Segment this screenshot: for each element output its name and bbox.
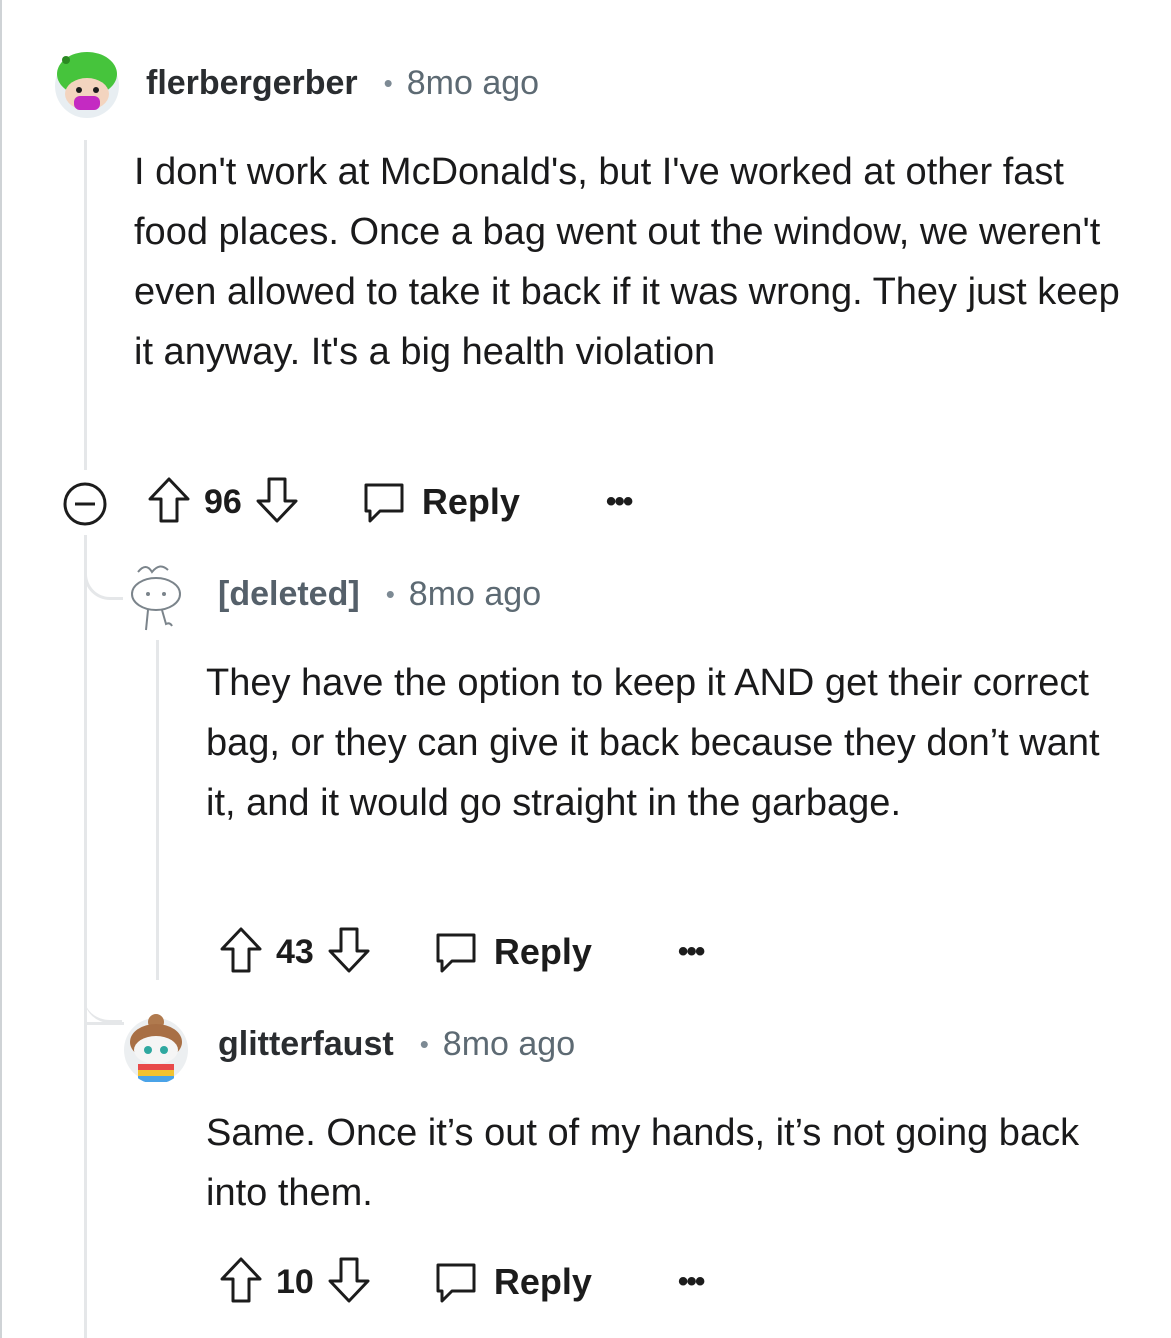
deleted-user-avatar-icon <box>131 565 181 631</box>
thread-line-nested[interactable] <box>156 640 159 980</box>
chat-bubble-icon <box>436 1263 476 1303</box>
downvote-icon[interactable] <box>254 475 300 530</box>
chat-bubble-icon <box>364 483 404 523</box>
thread-connector-3 <box>84 1000 124 1025</box>
downvote-icon[interactable] <box>326 925 372 980</box>
reply-button[interactable]: Reply <box>360 479 520 525</box>
meta-separator: • <box>385 579 395 609</box>
vote-score: 43 <box>276 932 314 971</box>
timestamp[interactable]: 8mo ago <box>443 1025 575 1064</box>
reply-label: Reply <box>493 931 592 972</box>
chat-bubble-icon <box>436 933 476 973</box>
user-avatar[interactable] <box>52 44 122 120</box>
comment-meta: flerbergerber • 8mo ago <box>146 64 539 103</box>
thread-connector-1 <box>84 535 123 600</box>
comment-meta: glitterfaust • 8mo ago <box>218 1025 575 1064</box>
vote-score: 96 <box>204 482 242 521</box>
window-edge <box>0 0 2 1338</box>
reply-button[interactable]: Reply <box>432 929 592 975</box>
upvote-icon[interactable] <box>218 1255 264 1310</box>
comment-body: Same. Once it’s out of my hands, it’s no… <box>206 1112 1080 1214</box>
meta-separator: • <box>383 68 393 98</box>
more-options-button[interactable]: ••• <box>606 485 633 519</box>
comment-meta: [deleted] • 8mo ago <box>218 575 541 614</box>
collapse-thread-button[interactable] <box>62 481 108 532</box>
username[interactable]: glitterfaust <box>218 1025 394 1064</box>
timestamp[interactable]: 8mo ago <box>409 575 541 614</box>
username: [deleted] <box>218 575 360 613</box>
timestamp[interactable]: 8mo ago <box>407 64 539 103</box>
snoo-avatar-rainbow-icon <box>124 1014 188 1082</box>
user-avatar[interactable] <box>122 560 186 634</box>
thread-line-main[interactable] <box>84 140 87 470</box>
snoo-avatar-green-hat-icon <box>55 52 119 118</box>
upvote-icon[interactable] <box>218 925 264 980</box>
upvote-icon[interactable] <box>146 475 192 530</box>
user-avatar[interactable] <box>122 1008 190 1084</box>
comment-actions: 10 Reply ••• <box>218 1252 705 1312</box>
comment-body: They have the option to keep it AND get … <box>206 662 1100 824</box>
comment-body: I don't work at McDonald's, but I've wor… <box>134 151 1120 373</box>
collapse-icon <box>63 482 107 526</box>
more-options-button[interactable]: ••• <box>678 935 705 969</box>
more-options-button[interactable]: ••• <box>678 1265 705 1299</box>
comment-actions: 43 Reply ••• <box>218 922 705 982</box>
downvote-icon[interactable] <box>326 1255 372 1310</box>
reply-button[interactable]: Reply <box>432 1259 592 1305</box>
vote-score: 10 <box>276 1262 314 1301</box>
reply-label: Reply <box>421 481 520 522</box>
username[interactable]: flerbergerber <box>146 64 358 103</box>
reply-label: Reply <box>493 1261 592 1302</box>
comment-actions: 96 Reply ••• <box>146 472 633 532</box>
meta-separator: • <box>419 1029 429 1059</box>
thread-line-main-lower[interactable] <box>84 535 87 1338</box>
